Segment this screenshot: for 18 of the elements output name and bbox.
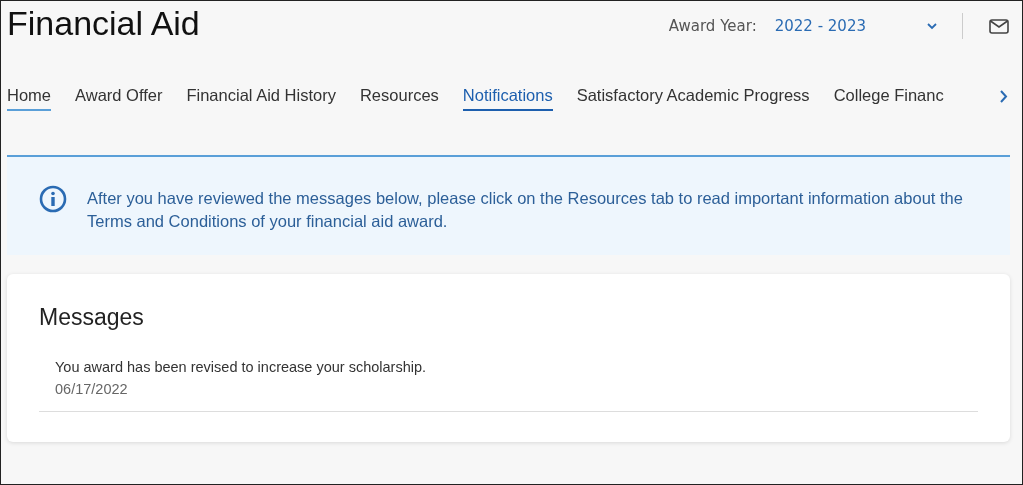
nav-tab[interactable]: Home (7, 81, 51, 111)
nav-tab[interactable]: Financial Aid History (186, 81, 336, 111)
page-title: Financial Aid (7, 4, 200, 43)
message-text: You award has been revised to increase your scholarship. (55, 359, 428, 375)
award-year-label: Award Year: (668, 17, 757, 35)
nav-tab[interactable]: Notifications (462, 81, 553, 111)
info-icon (39, 185, 67, 213)
mail-icon[interactable] (989, 18, 1009, 34)
info-text: After you have reviewed the messages below, please click on the Resources tab to read important information about the Terms and Conditions of your financial aid award. (87, 188, 964, 232)
nav-tab[interactable]: College Financ (833, 81, 944, 111)
chevron-down-icon (926, 22, 938, 30)
award-year-select[interactable]: 2022 - 2023 (774, 17, 938, 35)
nav-tab[interactable]: Resources (359, 81, 439, 111)
message-date: 06/17/2022 (55, 381, 129, 397)
nav-tab[interactable]: Award Offer (75, 81, 163, 111)
card-title: Messages (39, 304, 145, 331)
nav-tab[interactable]: Satisfactory Academic Progress (576, 81, 810, 111)
chevron-right-icon[interactable] (999, 89, 1008, 104)
